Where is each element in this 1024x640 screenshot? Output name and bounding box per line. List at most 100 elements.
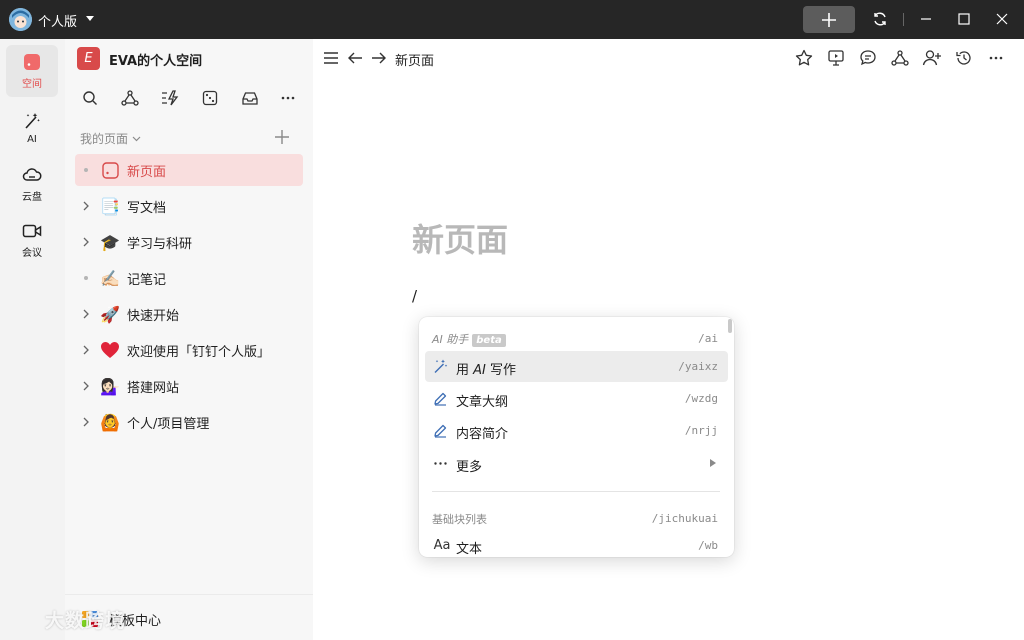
cloud-icon <box>22 167 42 181</box>
menu-item-label: 文章大纲 <box>456 395 509 410</box>
search-button[interactable] <box>79 87 101 109</box>
space-logo[interactable]: E <box>77 47 100 70</box>
rail-item-cloud[interactable]: 云盘 <box>6 158 58 210</box>
beta-badge: beta <box>472 334 506 347</box>
app-title[interactable]: 个人版 <box>38 11 77 30</box>
more-actions-button[interactable] <box>986 48 1006 68</box>
search-icon <box>83 91 97 105</box>
rail-label-ai: AI <box>27 133 37 145</box>
more-icon <box>433 456 448 471</box>
share-button[interactable] <box>922 48 942 68</box>
rail-item-space[interactable]: 空间 <box>6 45 58 97</box>
shortcut-text: /jichukuai <box>651 512 718 525</box>
graph-icon <box>891 50 909 66</box>
lightning-icon <box>162 90 179 106</box>
add-page-button[interactable] <box>273 128 291 146</box>
rocket-icon: 🚀 <box>100 304 120 324</box>
new-tab-button[interactable] <box>803 6 855 33</box>
tree-item-study-research[interactable]: 🎓 学习与科研 <box>75 226 303 258</box>
tree-bullet <box>75 262 97 294</box>
tree-item-notes[interactable]: ✍🏻 记笔记 <box>75 262 303 294</box>
tree-item-label: 个人/项目管理 <box>127 416 210 432</box>
person-ok-icon: 🙆 <box>100 412 120 432</box>
menu-item-more[interactable]: 更多 <box>425 448 728 479</box>
space-name[interactable]: EVA的个人空间 <box>109 50 202 69</box>
forward-button[interactable] <box>370 49 388 67</box>
breadcrumb[interactable]: 新页面 <box>395 50 434 69</box>
menu-item-label: 更多 <box>456 460 483 475</box>
inbox-button[interactable] <box>239 87 261 109</box>
menu-icon <box>324 52 338 64</box>
star-icon <box>795 49 813 66</box>
shortcut-text: /nrjj <box>684 424 718 437</box>
shortcut-text: /ai <box>698 332 718 345</box>
writing-hand-icon: ✍🏻 <box>100 268 120 288</box>
tree-item-label: 快速开始 <box>127 308 180 324</box>
chevron-right-icon[interactable] <box>75 370 97 402</box>
menu-item-label: 文本 <box>456 542 483 557</box>
back-button[interactable] <box>346 49 364 67</box>
tree-item-write-docs[interactable]: 📑 写文档 <box>75 190 303 222</box>
graph-button[interactable] <box>119 87 141 109</box>
titlebar-divider <box>903 13 904 26</box>
shortcut-text: /wzdg <box>684 392 718 405</box>
favorite-button[interactable] <box>794 48 814 68</box>
rail-label-cloud: 云盘 <box>22 191 42 203</box>
close-window-button[interactable] <box>991 8 1013 30</box>
text-aa-icon: Aa <box>433 538 451 553</box>
tree-item-new-page[interactable]: 新页面 <box>75 154 303 186</box>
ai-assistant-group-label: AI 助手 beta <box>432 331 506 347</box>
sync-button[interactable] <box>869 8 891 30</box>
watermark-text: 大数跨境 <box>45 610 126 632</box>
menu-item-label: 内容简介 <box>456 427 509 442</box>
comments-button[interactable] <box>858 48 878 68</box>
menu-item-text[interactable]: Aa 文本 /wb <box>425 530 728 557</box>
maximize-button[interactable] <box>953 8 975 30</box>
caret-down-icon[interactable] <box>86 16 94 21</box>
space-icon <box>24 53 40 70</box>
quick-actions-button[interactable] <box>159 87 181 109</box>
scrollbar-thumb[interactable] <box>728 319 732 333</box>
minimize-button[interactable] <box>915 8 937 30</box>
toggle-sidebar-button[interactable] <box>322 49 340 67</box>
graph-view-button[interactable] <box>890 48 910 68</box>
dice-icon <box>202 90 218 106</box>
arrow-left-icon <box>348 52 362 64</box>
tree-item-label: 写文档 <box>127 200 167 216</box>
tree-item-label: 欢迎使用「钉钉个人版」 <box>127 344 271 360</box>
tree-item-label: 搭建网站 <box>127 380 180 396</box>
menu-item-outline[interactable]: 文章大纲 /wzdg <box>425 383 728 414</box>
section-my-pages[interactable]: 我的页面 <box>80 130 141 147</box>
chevron-right-icon[interactable] <box>75 190 97 222</box>
menu-item-summary[interactable]: 内容简介 /nrjj <box>425 415 728 446</box>
tree-item-welcome[interactable]: 欢迎使用「钉钉个人版」 <box>75 334 303 366</box>
random-button[interactable] <box>199 87 221 109</box>
tree-item-build-site[interactable]: 💁🏻‍♀️ 搭建网站 <box>75 370 303 402</box>
rail-item-ai[interactable]: AI <box>6 102 58 154</box>
graph-icon <box>121 90 139 106</box>
tree-item-quick-start[interactable]: 🚀 快速开始 <box>75 298 303 330</box>
template-center-button[interactable]: 模板中心 大数跨境 <box>45 594 313 640</box>
slash-command-menu: AI 助手 beta /ai 用 AI 写作 /yaixz 文章大纲 /wzdg … <box>419 317 734 557</box>
present-button[interactable] <box>826 48 846 68</box>
history-button[interactable] <box>954 48 974 68</box>
chevron-right-icon[interactable] <box>75 226 97 258</box>
tree-item-project-mgmt[interactable]: 🙆 个人/项目管理 <box>75 406 303 438</box>
chevron-right-icon[interactable] <box>75 298 97 330</box>
chevron-right-icon[interactable] <box>75 334 97 366</box>
sidebar: E EVA的个人空间 我的页面 新页面 📑 写文档 🎓 学习与科研 ✍🏻 记笔记… <box>45 39 313 640</box>
more-button[interactable] <box>277 87 299 109</box>
editor-line[interactable]: / <box>412 287 417 305</box>
submenu-arrow-icon <box>710 459 716 467</box>
maximize-icon <box>958 13 970 25</box>
more-icon <box>989 56 1003 60</box>
chevron-right-icon[interactable] <box>75 406 97 438</box>
menu-item-ai-write[interactable]: 用 AI 写作 /yaixz <box>425 351 728 382</box>
comment-icon <box>860 50 876 66</box>
menu-item-label: 用 AI 写作 <box>456 363 517 378</box>
rail-item-meeting[interactable]: 会议 <box>6 214 58 266</box>
tree-item-label: 新页面 <box>127 164 167 180</box>
page-title[interactable]: 新页面 <box>412 215 508 261</box>
basic-blocks-group-label: 基础块列表 <box>432 513 487 526</box>
user-avatar[interactable] <box>9 8 32 31</box>
